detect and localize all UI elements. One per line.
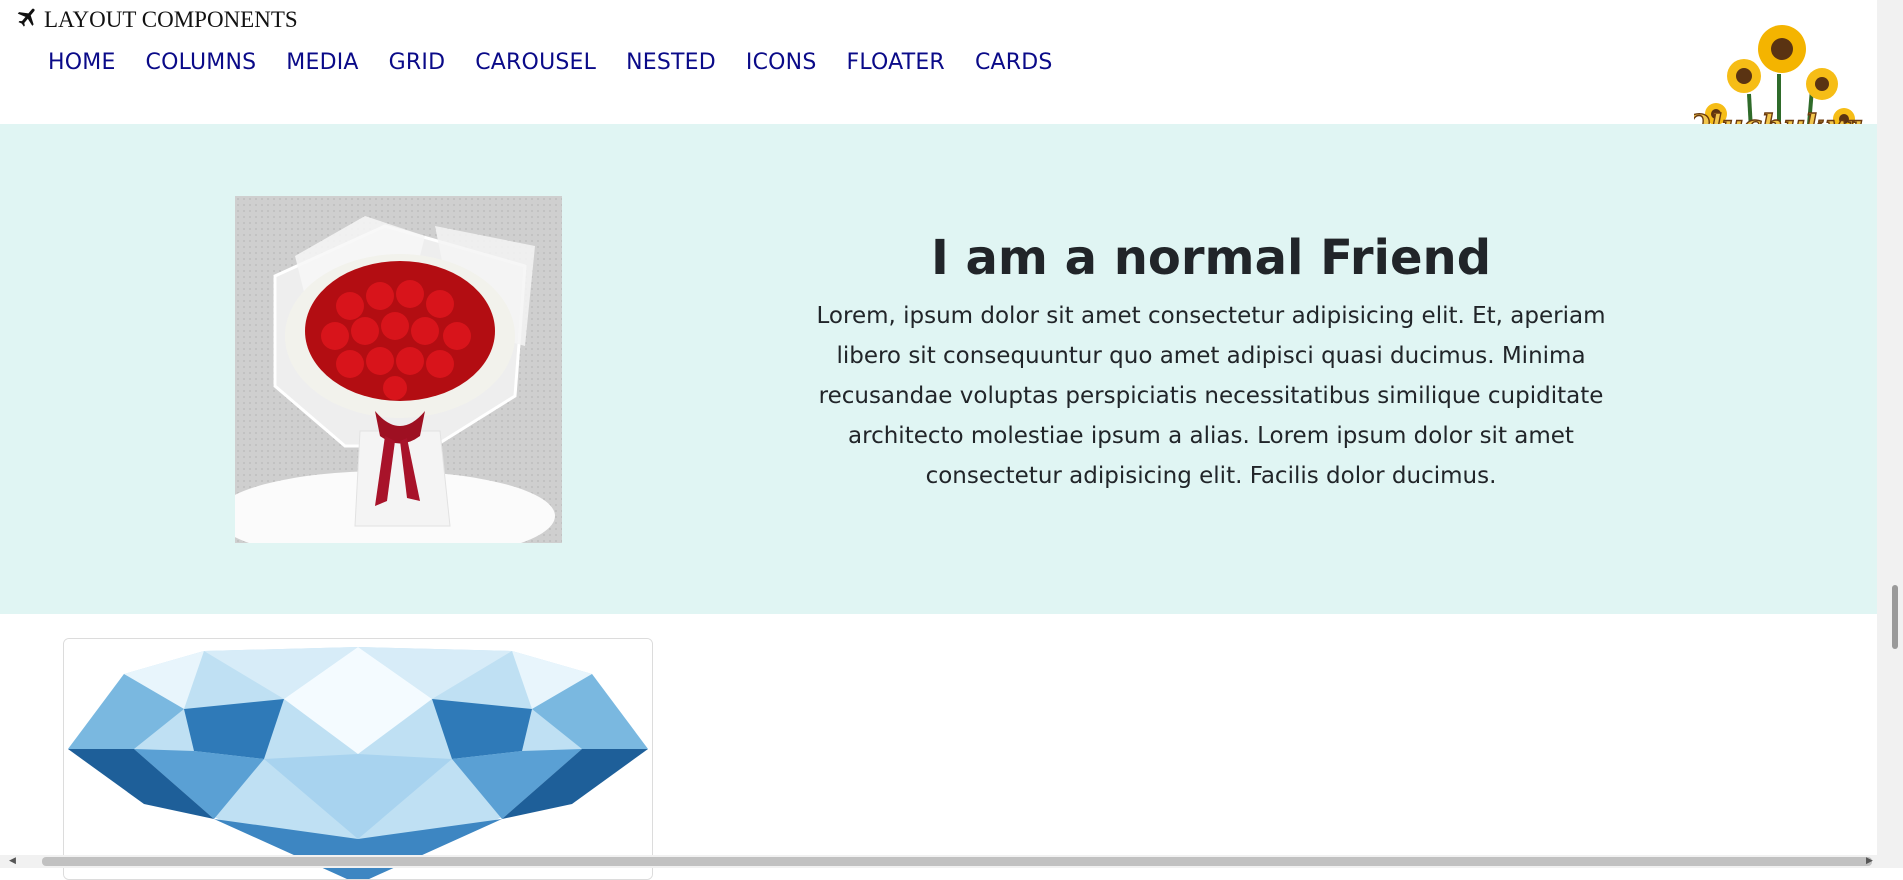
nav-nested[interactable]: NESTED [626, 50, 716, 75]
diamond-image [64, 639, 652, 879]
hero-section: I am a normal Friend Lorem, ipsum dolor … [0, 124, 1877, 614]
nav-carousel[interactable]: CAROUSEL [475, 50, 596, 75]
vertical-scrollbar-thumb[interactable] [1892, 585, 1898, 649]
hero-body: Lorem, ipsum dolor sit amet consectetur … [816, 303, 1606, 489]
nav-media[interactable]: MEDIA [286, 50, 358, 75]
nav-cards[interactable]: CARDS [975, 50, 1053, 75]
brand[interactable]: LAYOUT COMPONENTS [16, 6, 298, 34]
scroll-left-icon[interactable]: ◀ [9, 856, 16, 866]
card [63, 638, 653, 880]
horizontal-scrollbar-thumb[interactable] [42, 857, 1872, 866]
nav-columns[interactable]: COLUMNS [146, 50, 257, 75]
brand-title: LAYOUT COMPONENTS [44, 7, 298, 32]
vertical-scrollbar[interactable] [1877, 0, 1903, 868]
nav-home[interactable]: HOME [48, 50, 116, 75]
scroll-right-icon[interactable]: ▶ [1866, 856, 1873, 866]
nav-icons[interactable]: ICONS [746, 50, 817, 75]
airplane-icon [16, 5, 40, 35]
red-rose-bouquet-image [235, 196, 562, 543]
nav-grid[interactable]: GRID [389, 50, 446, 75]
hero-text: I am a normal Friend Lorem, ipsum dolor … [808, 224, 1614, 496]
main-nav: HOME COLUMNS MEDIA GRID CAROUSEL NESTED … [48, 50, 1053, 75]
hero-title: I am a normal Friend [930, 230, 1492, 286]
nav-floater[interactable]: FLOATER [847, 50, 945, 75]
